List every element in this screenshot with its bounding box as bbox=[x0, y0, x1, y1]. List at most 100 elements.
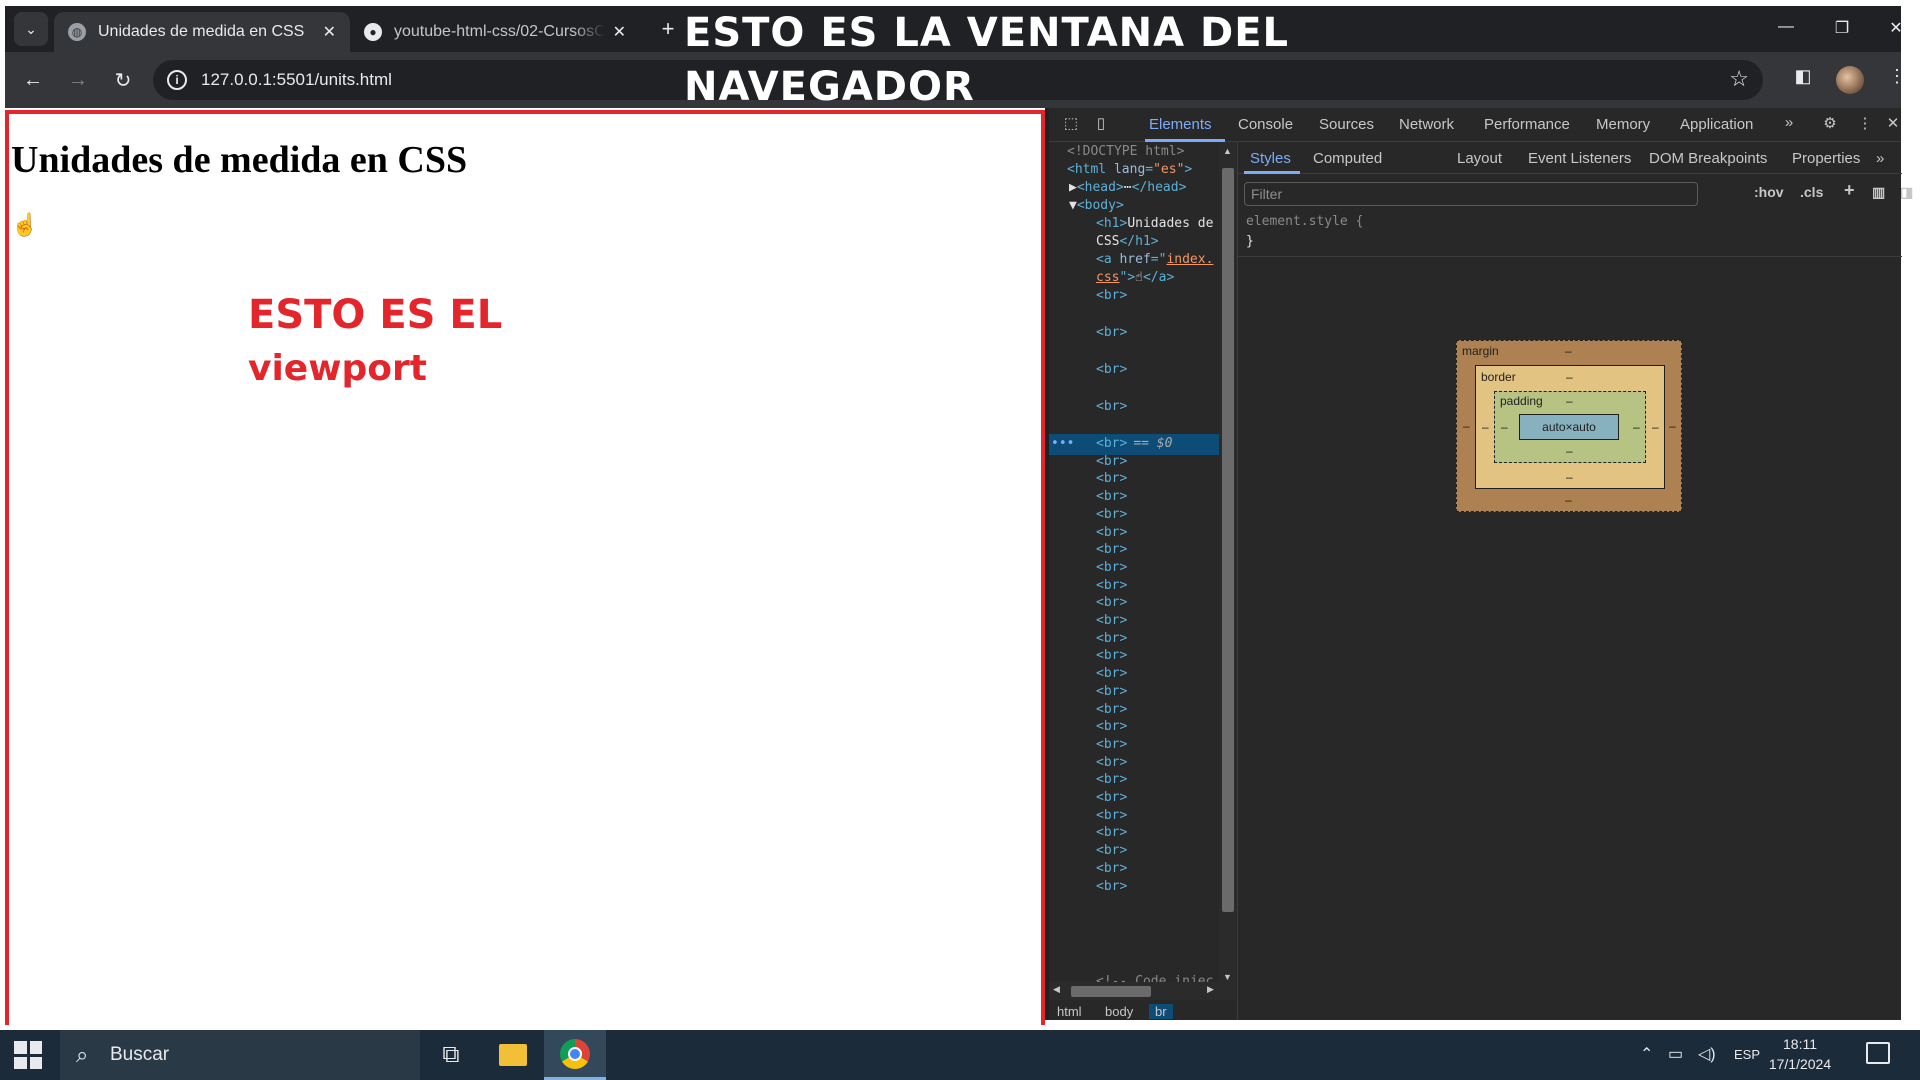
margin-bottom-value[interactable]: – bbox=[1565, 493, 1572, 507]
close-icon[interactable]: ✕ bbox=[323, 22, 336, 42]
cls-toggle[interactable]: .cls bbox=[1800, 184, 1823, 200]
border-right-value[interactable]: – bbox=[1652, 420, 1659, 434]
tab-elements[interactable]: Elements bbox=[1149, 116, 1212, 133]
new-rule-icon[interactable]: + bbox=[1844, 180, 1855, 201]
styles-pane: Styles Computed Layout Event Listeners D… bbox=[1237, 142, 1913, 1020]
restore-icon[interactable]: ❐ bbox=[1822, 18, 1862, 38]
minimize-icon[interactable]: — bbox=[1766, 18, 1806, 36]
dom-a-cont[interactable]: css">☝</a> bbox=[1096, 268, 1174, 288]
device-toolbar-icon[interactable]: ▯ bbox=[1089, 114, 1113, 136]
toggle-sidebar-icon[interactable]: ◨ bbox=[1900, 184, 1913, 201]
menu-kebab-icon[interactable]: ⋮ bbox=[1883, 66, 1911, 87]
border-top-value[interactable]: – bbox=[1566, 370, 1573, 384]
dom-br[interactable]: <br> bbox=[1096, 877, 1127, 897]
devtools-menu-icon[interactable]: ⋮ bbox=[1853, 114, 1877, 136]
file-explorer-icon[interactable] bbox=[482, 1030, 544, 1080]
padding-left-value[interactable]: – bbox=[1501, 420, 1508, 434]
dom-html[interactable]: <html lang="es"> bbox=[1067, 160, 1192, 180]
hov-toggle[interactable]: :hov bbox=[1754, 184, 1784, 200]
dom-head[interactable]: ▶<head>⋯</head> bbox=[1069, 178, 1186, 198]
bookmark-star-icon[interactable]: ☆ bbox=[1729, 66, 1749, 92]
back-icon[interactable]: ← bbox=[19, 66, 47, 94]
notifications-icon[interactable] bbox=[1866, 1042, 1890, 1064]
padding-right-value[interactable]: – bbox=[1633, 420, 1640, 434]
windows-taskbar: ⌕ Buscar ⧉ ⌃ ▭ ◁) ESP 18:11 17/1/2024 bbox=[0, 1030, 1920, 1080]
box-model-border[interactable]: border – – – – padding – – – – auto×auto bbox=[1475, 365, 1665, 489]
tab-console[interactable]: Console bbox=[1238, 116, 1293, 133]
close-window-icon[interactable]: ✕ bbox=[1876, 18, 1916, 38]
breadcrumb-html[interactable]: html bbox=[1057, 1004, 1082, 1019]
box-model-padding[interactable]: padding – – – – auto×auto bbox=[1494, 391, 1646, 463]
dom-doctype[interactable]: <!DOCTYPE html> bbox=[1067, 142, 1184, 162]
tab-github[interactable]: ● youtube-html-css/02-CursosCSS ✕ bbox=[350, 12, 640, 52]
tab-sources[interactable]: Sources bbox=[1319, 116, 1374, 133]
dom-br[interactable]: <br> bbox=[1096, 286, 1127, 306]
volume-icon[interactable]: ◁) bbox=[1698, 1044, 1716, 1064]
breadcrumb-body[interactable]: body bbox=[1105, 1004, 1133, 1019]
settings-gear-icon[interactable]: ⚙ bbox=[1818, 114, 1842, 136]
scroll-thumb[interactable] bbox=[1222, 168, 1234, 912]
annotation-window-line1: ESTO ES LA VENTANA DEL bbox=[684, 10, 1290, 56]
margin-top-value[interactable]: – bbox=[1565, 344, 1572, 358]
forward-icon[interactable]: → bbox=[64, 66, 92, 94]
dom-h1-cont[interactable]: CSS</h1> bbox=[1096, 232, 1159, 252]
chevron-down-icon: ⌄ bbox=[25, 20, 37, 37]
tab-performance[interactable]: Performance bbox=[1484, 116, 1570, 133]
screen: ⌄ ◍ Unidades de medida en CSS ✕ ● youtub… bbox=[0, 0, 1920, 1080]
border-bottom-value[interactable]: – bbox=[1566, 470, 1573, 484]
tab-event-listeners[interactable]: Event Listeners bbox=[1528, 150, 1631, 167]
tab-properties[interactable]: Properties bbox=[1792, 150, 1860, 167]
element-style-rule[interactable]: element.style { bbox=[1246, 214, 1363, 229]
tab-network[interactable]: Network bbox=[1399, 116, 1454, 133]
reload-icon[interactable]: ↻ bbox=[109, 66, 137, 94]
network-icon[interactable]: ▭ bbox=[1668, 1044, 1683, 1064]
margin-left-value[interactable]: – bbox=[1463, 419, 1470, 433]
tab-computed[interactable]: Computed bbox=[1313, 150, 1382, 167]
tab-units[interactable]: ◍ Unidades de medida en CSS ✕ bbox=[54, 12, 350, 52]
chrome-taskbar-icon[interactable] bbox=[544, 1030, 606, 1080]
close-icon[interactable]: ✕ bbox=[613, 22, 626, 42]
dom-a[interactable]: <a href="index. bbox=[1096, 250, 1213, 270]
margin-right-value[interactable]: – bbox=[1669, 419, 1676, 433]
dom-h1[interactable]: <h1>Unidades de bbox=[1096, 214, 1213, 234]
styles-filter-input[interactable]: Filter bbox=[1244, 182, 1698, 206]
dom-br[interactable]: <br> bbox=[1096, 397, 1127, 417]
tab-styles[interactable]: Styles bbox=[1250, 150, 1291, 167]
close-devtools-icon[interactable]: ✕ bbox=[1881, 114, 1905, 136]
windows-start-icon[interactable] bbox=[14, 1041, 42, 1069]
scroll-thumb[interactable] bbox=[1071, 986, 1151, 997]
profile-avatar[interactable] bbox=[1836, 66, 1864, 94]
clock[interactable]: 18:11 17/1/2024 bbox=[1760, 1034, 1840, 1074]
padding-bottom-value[interactable]: – bbox=[1566, 444, 1573, 458]
task-view-icon[interactable]: ⧉ bbox=[420, 1030, 482, 1080]
paint-icon[interactable]: ▥ bbox=[1872, 184, 1885, 201]
dom-vertical-scrollbar[interactable]: ▲ ▼ bbox=[1219, 142, 1237, 984]
pointing-hand-link[interactable]: ☝ bbox=[11, 212, 38, 238]
site-info-icon[interactable]: i bbox=[167, 70, 187, 90]
dom-body[interactable]: ▼<body> bbox=[1069, 196, 1124, 216]
box-model-content[interactable]: auto×auto bbox=[1519, 414, 1619, 440]
border-left-value[interactable]: – bbox=[1482, 420, 1489, 434]
taskbar-search[interactable]: ⌕ Buscar bbox=[60, 1030, 420, 1080]
node-actions-icon[interactable]: ••• bbox=[1051, 434, 1074, 454]
dom-br[interactable]: <br> bbox=[1096, 323, 1127, 343]
url-text[interactable]: 127.0.0.1:5501/units.html bbox=[201, 70, 392, 90]
breadcrumb-br[interactable]: br bbox=[1149, 1004, 1173, 1019]
tab-dom-breakpoints[interactable]: DOM Breakpoints bbox=[1649, 150, 1767, 167]
tab-search-button[interactable]: ⌄ bbox=[14, 12, 48, 46]
side-panel-icon[interactable]: ◧ bbox=[1789, 66, 1817, 87]
new-tab-button[interactable]: + bbox=[653, 16, 683, 42]
inspect-element-icon[interactable]: ⬚ bbox=[1059, 114, 1083, 136]
github-icon: ● bbox=[364, 23, 382, 41]
tab-memory[interactable]: Memory bbox=[1596, 116, 1650, 133]
box-model-margin[interactable]: margin – – – – border – – – – padding – bbox=[1456, 340, 1682, 512]
more-tabs-icon[interactable]: » bbox=[1876, 150, 1884, 167]
tab-layout[interactable]: Layout bbox=[1457, 150, 1502, 167]
tray-overflow-icon[interactable]: ⌃ bbox=[1640, 1044, 1653, 1064]
tab-application[interactable]: Application bbox=[1680, 116, 1753, 133]
padding-top-value[interactable]: – bbox=[1566, 394, 1573, 408]
language-indicator[interactable]: ESP bbox=[1734, 1047, 1760, 1062]
dom-br[interactable]: <br> bbox=[1096, 360, 1127, 380]
more-tabs-icon[interactable]: » bbox=[1777, 114, 1801, 136]
dom-horizontal-scrollbar[interactable]: ◀ ▶ bbox=[1049, 982, 1237, 1000]
